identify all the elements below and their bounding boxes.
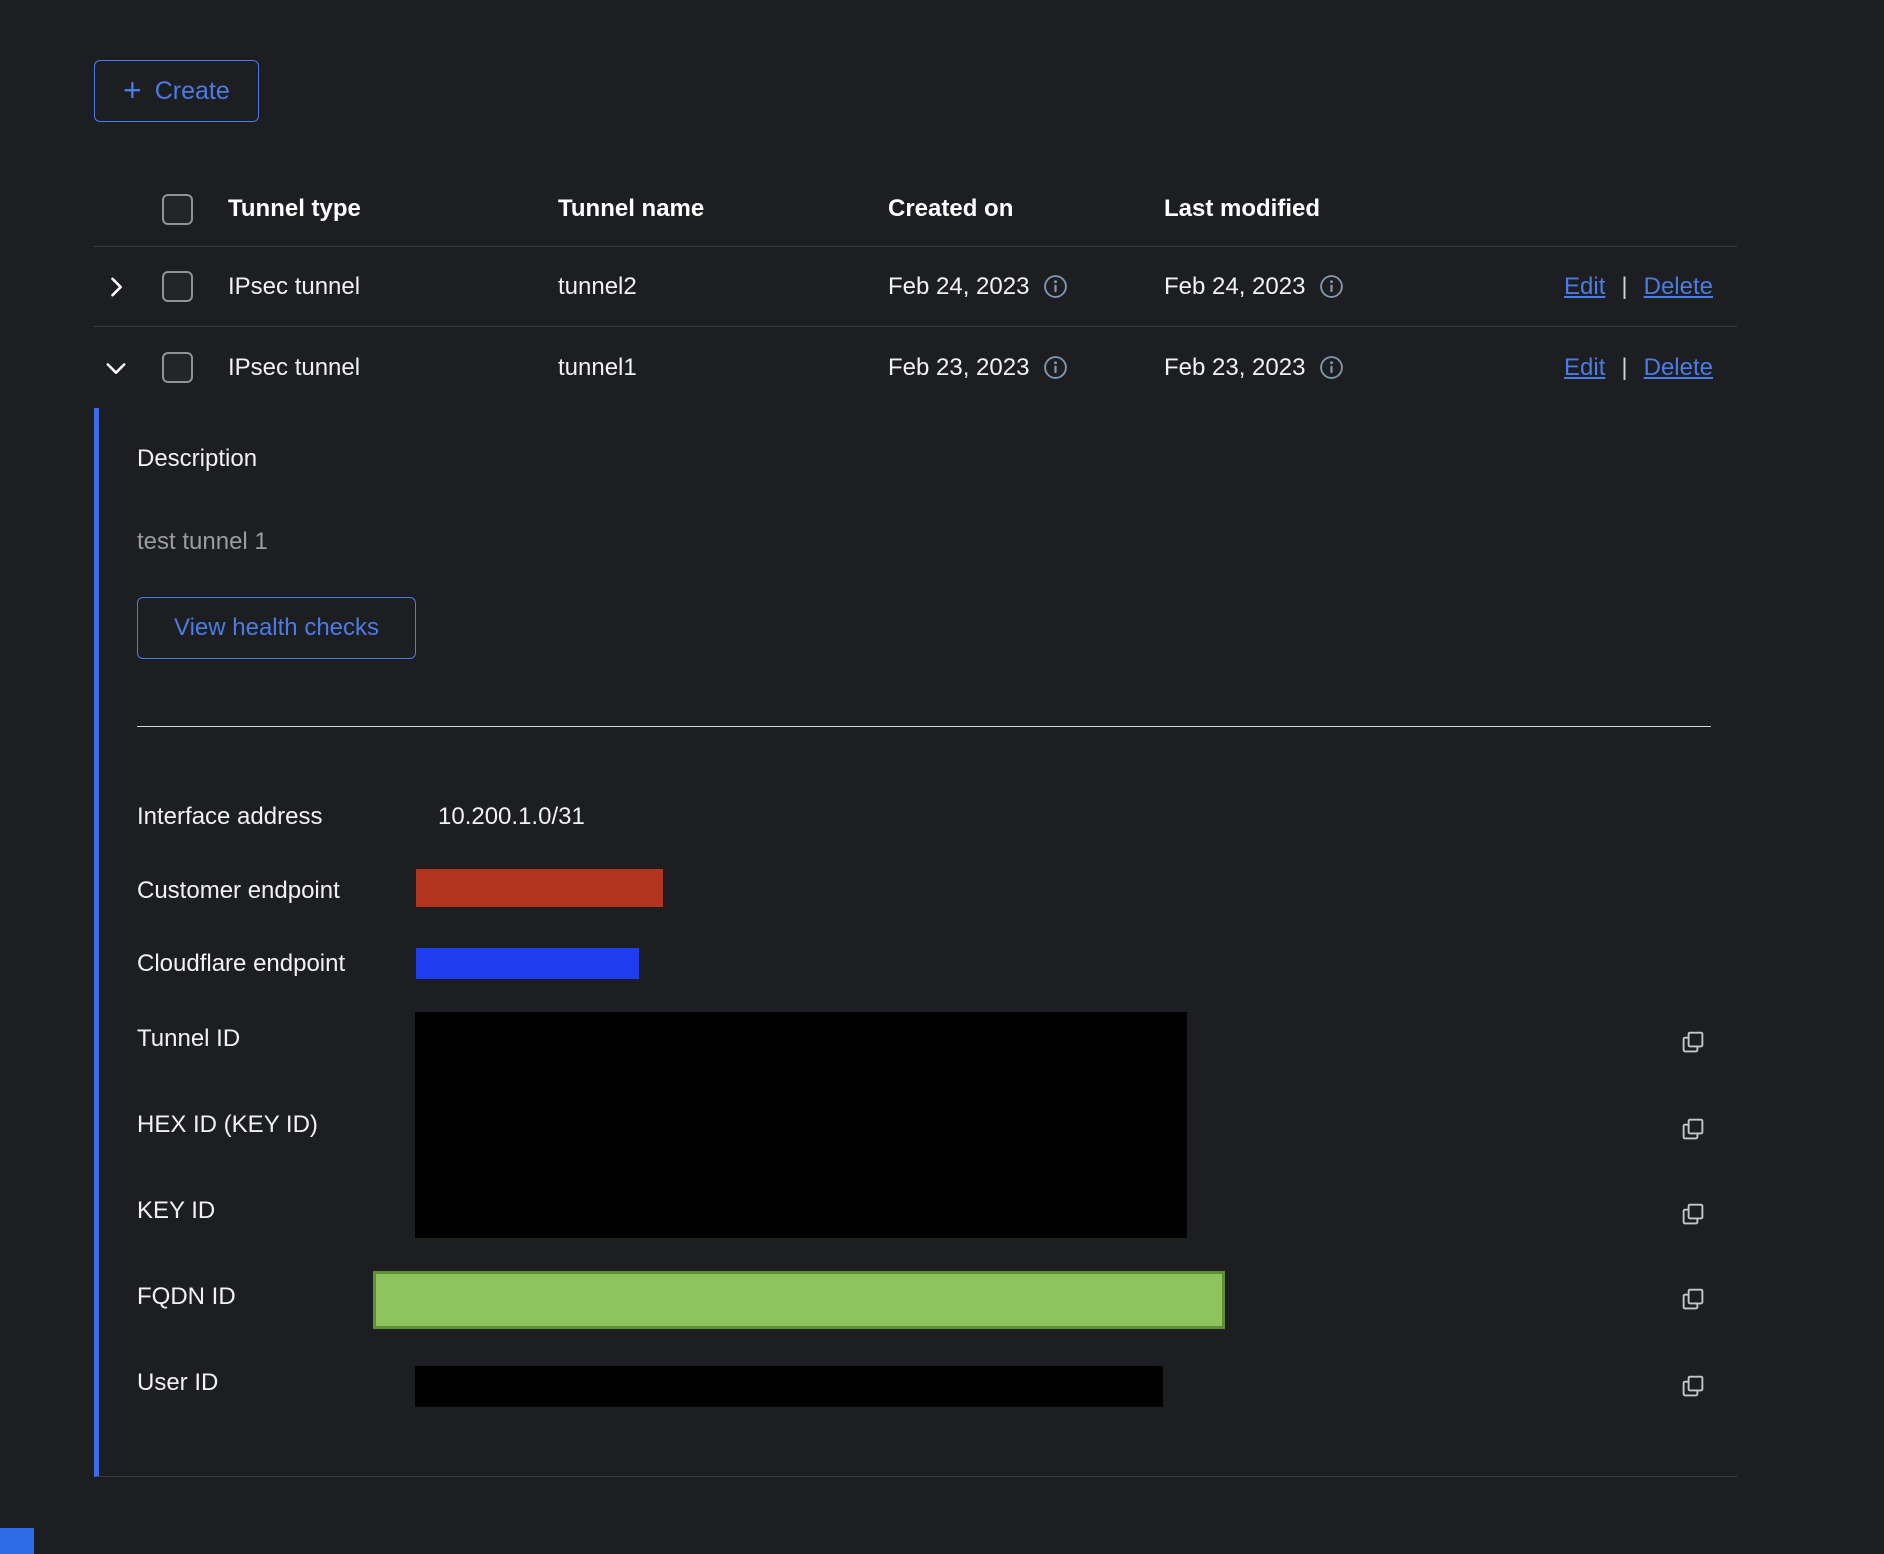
link-separator: | — [1621, 354, 1627, 382]
plus-icon: + — [123, 74, 142, 106]
header-tunnel-name: Tunnel name — [538, 195, 868, 223]
copy-tunnel-id-button[interactable] — [1677, 1026, 1709, 1058]
bottom-left-accent — [0, 1528, 34, 1554]
tunnel-details-panel: Description test tunnel 1 View health ch… — [94, 408, 1737, 1477]
tunnel-name-cell: tunnel1 — [538, 354, 868, 382]
ids-redacted-value — [415, 1012, 1187, 1238]
cloudflare-endpoint-redacted-value — [416, 948, 639, 979]
fqdn-id-redacted-value — [373, 1271, 1225, 1329]
tunnel-type-cell: IPsec tunnel — [208, 273, 538, 301]
create-button[interactable]: + Create — [94, 60, 259, 122]
modified-date: Feb 23, 2023 — [1164, 354, 1305, 382]
edit-link[interactable]: Edit — [1564, 354, 1605, 382]
tunnel-name-cell: tunnel2 — [538, 273, 868, 301]
info-icon[interactable] — [1043, 355, 1068, 380]
header-checkbox-cell — [140, 194, 208, 225]
fqdn-id-label: FQDN ID — [137, 1283, 236, 1311]
select-all-checkbox[interactable] — [162, 194, 193, 225]
key-id-label: KEY ID — [137, 1197, 215, 1225]
interface-address-value: 10.200.1.0/31 — [438, 803, 585, 831]
table-row: IPsec tunnel tunnel2 Feb 24, 2023 Feb 24… — [94, 247, 1737, 327]
header-last-modified: Last modified — [1144, 195, 1524, 223]
info-icon[interactable] — [1043, 274, 1068, 299]
copy-hex-id-button[interactable] — [1677, 1113, 1709, 1145]
user-id-redacted-value — [415, 1366, 1163, 1407]
created-date: Feb 24, 2023 — [888, 273, 1029, 301]
row-checkbox-cell — [140, 271, 208, 302]
created-on-cell: Feb 23, 2023 — [868, 354, 1144, 382]
customer-endpoint-label: Customer endpoint — [137, 877, 340, 905]
view-health-checks-button[interactable]: View health checks — [137, 597, 416, 659]
delete-link[interactable]: Delete — [1644, 273, 1713, 301]
cloudflare-endpoint-label: Cloudflare endpoint — [137, 950, 345, 978]
description-value: test tunnel 1 — [137, 528, 268, 556]
customer-endpoint-redacted-value — [416, 869, 663, 907]
row-checkbox-cell — [140, 352, 208, 383]
edit-link[interactable]: Edit — [1564, 273, 1605, 301]
created-on-cell: Feb 24, 2023 — [868, 273, 1144, 301]
header-created-on: Created on — [868, 195, 1144, 223]
hex-id-label: HEX ID (KEY ID) — [137, 1111, 318, 1139]
description-label: Description — [137, 445, 257, 473]
section-divider — [137, 726, 1711, 727]
tunnels-page: + Create Tunnel type Tunnel name Created… — [0, 0, 1884, 1554]
link-separator: | — [1621, 273, 1627, 301]
info-icon[interactable] — [1319, 274, 1344, 299]
chevron-right-icon[interactable] — [102, 273, 130, 301]
row-expand-cell — [94, 273, 140, 301]
interface-address-label: Interface address — [137, 803, 322, 831]
user-id-label: User ID — [137, 1369, 218, 1397]
table-row: IPsec tunnel tunnel1 Feb 23, 2023 Feb 23… — [94, 327, 1737, 408]
copy-key-id-button[interactable] — [1677, 1198, 1709, 1230]
delete-link[interactable]: Delete — [1644, 354, 1713, 382]
create-button-label: Create — [155, 77, 230, 106]
chevron-down-icon[interactable] — [102, 354, 130, 382]
row-checkbox[interactable] — [162, 271, 193, 302]
tunnel-id-label: Tunnel ID — [137, 1025, 240, 1053]
row-actions: Edit | Delete — [1524, 273, 1737, 301]
tunnel-type-cell: IPsec tunnel — [208, 354, 538, 382]
last-modified-cell: Feb 23, 2023 — [1144, 354, 1524, 382]
info-icon[interactable] — [1319, 355, 1344, 380]
copy-user-id-button[interactable] — [1677, 1370, 1709, 1402]
table-header: Tunnel type Tunnel name Created on Last … — [94, 172, 1737, 247]
modified-date: Feb 24, 2023 — [1164, 273, 1305, 301]
copy-fqdn-id-button[interactable] — [1677, 1283, 1709, 1315]
row-actions: Edit | Delete — [1524, 354, 1737, 382]
header-tunnel-type: Tunnel type — [208, 195, 538, 223]
created-date: Feb 23, 2023 — [888, 354, 1029, 382]
row-expand-cell — [94, 354, 140, 382]
row-checkbox[interactable] — [162, 352, 193, 383]
last-modified-cell: Feb 24, 2023 — [1144, 273, 1524, 301]
